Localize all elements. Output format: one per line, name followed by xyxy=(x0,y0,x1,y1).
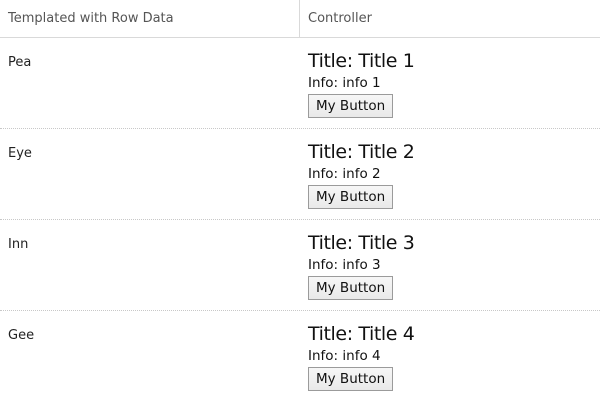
row-info: Info: info 2 xyxy=(308,165,600,183)
grid-body: Pea Title: Title 1 Info: info 1 My Butto… xyxy=(0,38,600,402)
row-title: Title: Title 4 xyxy=(308,322,600,346)
title-prefix: Title: xyxy=(308,232,359,254)
info-value: info 1 xyxy=(342,75,381,91)
row-controller-cell: Title: Title 3 Info: info 3 My Button xyxy=(300,220,600,310)
column-header-templated[interactable]: Templated with Row Data xyxy=(0,0,300,37)
grid-header: Templated with Row Data Controller xyxy=(0,0,600,38)
data-grid: Templated with Row Data Controller Pea T… xyxy=(0,0,600,402)
title-prefix: Title: xyxy=(308,141,359,163)
info-value: info 3 xyxy=(342,257,381,273)
row-title: Title: Title 3 xyxy=(308,231,600,255)
row-controller-cell: Title: Title 4 Info: info 4 My Button xyxy=(300,311,600,402)
title-value: Title 1 xyxy=(358,50,415,72)
my-button[interactable]: My Button xyxy=(308,185,394,209)
my-button[interactable]: My Button xyxy=(308,94,394,118)
title-value: Title 4 xyxy=(358,323,415,345)
row-name-cell: Pea xyxy=(8,55,32,70)
row-info: Info: info 3 xyxy=(308,256,600,274)
table-row: Eye Title: Title 2 Info: info 2 My Butto… xyxy=(0,129,600,220)
info-prefix: Info: xyxy=(308,257,343,273)
table-row: Inn Title: Title 3 Info: info 3 My Butto… xyxy=(0,220,600,311)
title-value: Title 3 xyxy=(358,232,415,254)
row-info: Info: info 4 xyxy=(308,347,600,365)
row-name-cell: Gee xyxy=(8,328,35,343)
row-controller-cell: Title: Title 2 Info: info 2 My Button xyxy=(300,129,600,219)
table-row: Pea Title: Title 1 Info: info 1 My Butto… xyxy=(0,38,600,129)
my-button[interactable]: My Button xyxy=(308,367,394,391)
info-value: info 4 xyxy=(342,348,381,364)
my-button[interactable]: My Button xyxy=(308,276,394,300)
table-row: Gee Title: Title 4 Info: info 4 My Butto… xyxy=(0,311,600,402)
info-value: info 2 xyxy=(342,166,381,182)
title-prefix: Title: xyxy=(308,323,359,345)
row-name-cell: Eye xyxy=(8,146,32,161)
row-title: Title: Title 2 xyxy=(308,140,600,164)
row-controller-cell: Title: Title 1 Info: info 1 My Button xyxy=(300,38,600,128)
title-value: Title 2 xyxy=(358,141,415,163)
info-prefix: Info: xyxy=(308,166,343,182)
row-title: Title: Title 1 xyxy=(308,49,600,73)
column-header-controller[interactable]: Controller xyxy=(300,0,600,37)
row-info: Info: info 1 xyxy=(308,74,600,92)
info-prefix: Info: xyxy=(308,348,343,364)
info-prefix: Info: xyxy=(308,75,343,91)
title-prefix: Title: xyxy=(308,50,359,72)
row-name-cell: Inn xyxy=(8,237,29,252)
